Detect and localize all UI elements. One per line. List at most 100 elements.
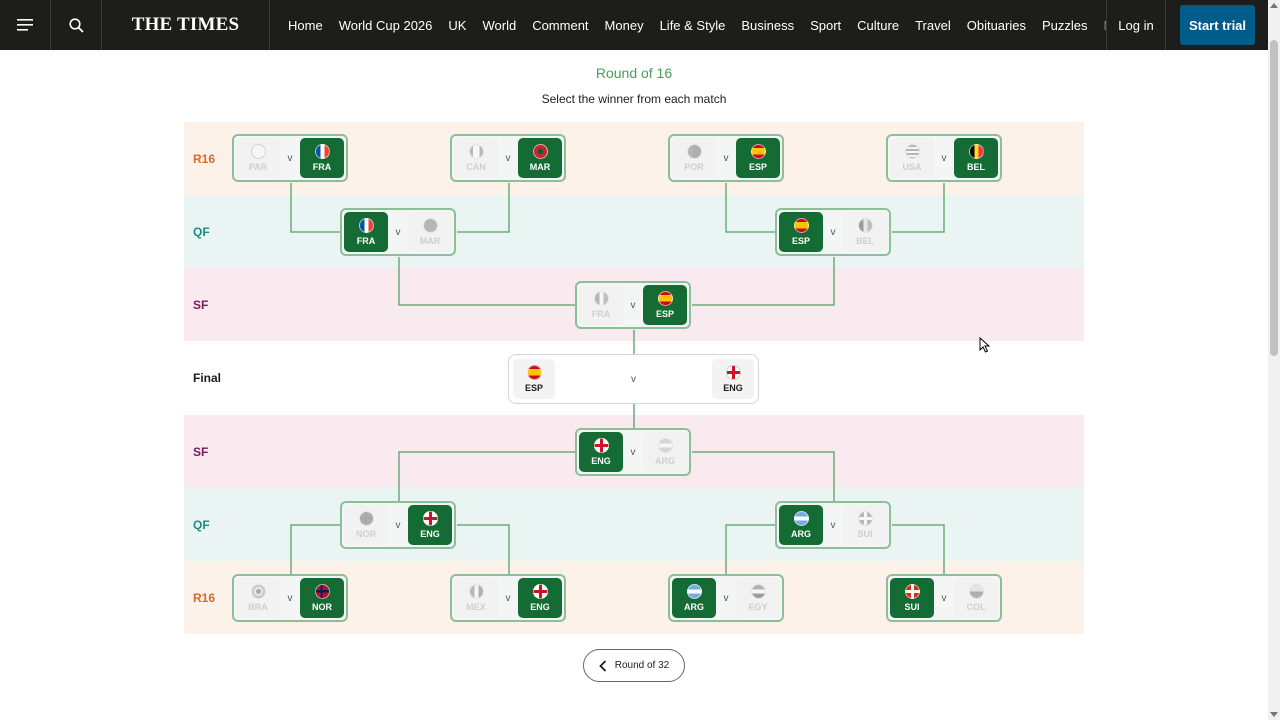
flag-icon (725, 365, 741, 380)
team-button[interactable]: USA (890, 138, 934, 178)
hamburger-menu-icon[interactable] (0, 0, 51, 50)
team-code: CAN (466, 162, 486, 172)
flag-icon (593, 291, 609, 306)
match-qf-top-2: ESP v BEL (775, 208, 891, 256)
team-button[interactable]: ESP (736, 138, 780, 178)
team-button[interactable]: FRA (579, 285, 623, 325)
search-icon[interactable] (51, 0, 102, 50)
team-code: ARG (655, 456, 675, 466)
team-button[interactable]: BEL (954, 138, 998, 178)
scrollbar-thumb[interactable] (1270, 40, 1278, 356)
nav-link-travel[interactable]: Travel (907, 18, 959, 33)
scroll-up-icon[interactable] (1270, 3, 1278, 8)
nav-link-obituaries[interactable]: Obituaries (959, 18, 1034, 33)
team-code: NOR (312, 602, 332, 612)
match-r16-bottom-2: MEX v ENG (450, 574, 566, 622)
team-code: NOR (356, 529, 376, 539)
top-navigation: THE TIMES Home World Cup 2026 UK World C… (0, 0, 1268, 50)
versus-label: v (631, 373, 636, 385)
match-sf-top: FRA v ESP (575, 281, 691, 329)
team-button[interactable]: COL (954, 578, 998, 618)
team-button[interactable]: EGY (736, 578, 780, 618)
match-qf-bottom-1: NOR v ENG (340, 501, 456, 549)
team-button[interactable]: BRA (236, 578, 280, 618)
flag-icon (526, 365, 542, 380)
nav-link-puzzles[interactable]: Puzzles (1034, 18, 1096, 33)
nav-link-business[interactable]: Business (733, 18, 802, 33)
team-code: SUI (904, 602, 920, 612)
team-button[interactable]: SUI (843, 505, 887, 545)
start-trial-button[interactable]: Start trial (1180, 5, 1255, 45)
team-button[interactable]: FRA (300, 138, 344, 178)
match-r16-bottom-4: SUI v COL (886, 574, 1002, 622)
team-button[interactable]: NOR (344, 505, 388, 545)
site-logo[interactable]: THE TIMES (102, 0, 270, 50)
match-sf-bottom: ENG v ARG (575, 428, 691, 476)
team-button[interactable]: ARG (643, 432, 687, 472)
nav-link-money[interactable]: Money (597, 18, 652, 33)
previous-round-button[interactable]: Round of 32 (583, 649, 685, 682)
team-button[interactable]: ARG (779, 505, 823, 545)
flag-icon (857, 218, 873, 233)
nav-link-more[interactable]: Ma (1096, 18, 1106, 33)
team-code: ARG (791, 529, 811, 539)
flag-icon (593, 438, 609, 453)
scroll-down-icon[interactable] (1270, 712, 1278, 717)
nav-link-culture[interactable]: Culture (849, 18, 907, 33)
nav-link-comment[interactable]: Comment (524, 18, 596, 33)
team-button[interactable]: POR (672, 138, 716, 178)
band-qf-top: QF (184, 195, 1084, 268)
versus-label: v (287, 152, 293, 164)
band-qf-bottom: QF (184, 488, 1084, 561)
flag-icon (793, 511, 809, 526)
team-button[interactable]: ENG (712, 359, 754, 399)
round-label: R16 (193, 151, 216, 166)
team-button[interactable]: SUI (890, 578, 934, 618)
team-button[interactable]: ENG (408, 505, 452, 545)
round-label: QF (193, 517, 210, 532)
team-button[interactable]: NOR (300, 578, 344, 618)
versus-label: v (830, 519, 836, 531)
team-button[interactable]: ENG (579, 432, 623, 472)
team-button[interactable]: FRA (344, 212, 388, 252)
flag-icon (468, 584, 484, 599)
team-button[interactable]: BEL (843, 212, 887, 252)
nav-link-sport[interactable]: Sport (802, 18, 849, 33)
round-label: Final (193, 370, 222, 385)
nav-link-world[interactable]: World (474, 18, 524, 33)
nav-link-home[interactable]: Home (280, 18, 331, 33)
team-button[interactable]: CAN (454, 138, 498, 178)
team-code: MAR (419, 236, 441, 246)
match-qf-bottom-2: ARG v SUI (775, 501, 891, 549)
team-button[interactable]: ESP (779, 212, 823, 252)
team-code: BEL (856, 236, 874, 246)
nav-link-uk[interactable]: UK (440, 18, 474, 33)
login-link[interactable]: Log in (1106, 0, 1166, 50)
page-scrollbar[interactable] (1268, 0, 1280, 720)
team-button[interactable]: PAR (236, 138, 280, 178)
team-code: MAR (529, 162, 551, 172)
nav-link-life-style[interactable]: Life & Style (652, 18, 734, 33)
team-button[interactable]: ESP (513, 359, 555, 399)
team-button[interactable]: ENG (518, 578, 562, 618)
team-button[interactable]: MAR (408, 212, 452, 252)
versus-label: v (395, 519, 401, 531)
team-code: ENG (420, 529, 440, 539)
flag-icon (532, 144, 548, 159)
nav-link-world-cup-2026[interactable]: World Cup 2026 (331, 18, 441, 33)
flag-icon (968, 144, 984, 159)
versus-label: v (830, 226, 836, 238)
flag-icon (750, 584, 766, 599)
versus-label: v (630, 446, 636, 458)
team-button[interactable]: ESP (643, 285, 687, 325)
versus-label: v (941, 592, 947, 604)
previous-round-label: Round of 32 (614, 660, 670, 671)
team-button[interactable]: ARG (672, 578, 716, 618)
team-button[interactable]: MEX (454, 578, 498, 618)
team-button[interactable]: MAR (518, 138, 562, 178)
team-code: ESP (791, 236, 810, 246)
versus-label: v (723, 152, 729, 164)
team-code: USA (902, 162, 922, 172)
team-code: EGY (748, 602, 768, 612)
flag-icon (358, 218, 374, 233)
